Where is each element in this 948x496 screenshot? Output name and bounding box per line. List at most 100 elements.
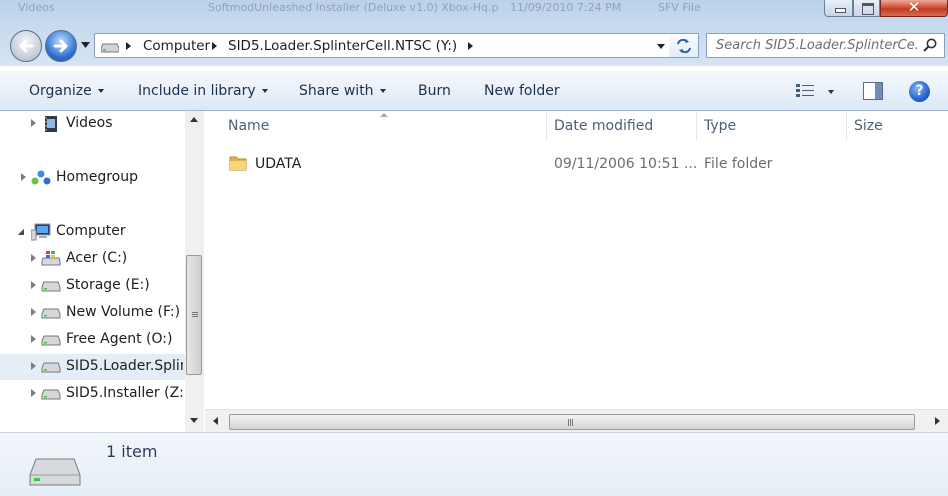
breadcrumb-computer[interactable]: Computer [143,38,210,54]
chevron-down-icon [261,89,268,93]
column-header-date-modified[interactable]: Date modified [547,111,697,141]
nav-item-sid5-installer-drive[interactable]: SID5.Installer (Z:) [0,381,189,407]
scrollbar-thumb[interactable] [229,414,915,430]
include-in-library-label: Include in library [138,83,256,99]
nav-item-acer-drive[interactable]: Acer (C:) [0,246,185,272]
organize-button[interactable]: Organize [29,83,104,99]
new-folder-label: New folder [484,83,560,99]
recent-pages-dropdown-icon[interactable] [81,42,90,48]
address-history-dropdown-icon[interactable] [657,44,665,49]
search-icon[interactable] [923,38,938,53]
ghost-text: 11/09/2010 7:24 PM [510,1,622,14]
burn-button[interactable]: Burn [418,83,451,99]
title-bar: Videos SoftmodUnleashed Installer (Delux… [0,0,948,66]
drive-icon [41,389,61,400]
horizontal-scrollbar[interactable] [205,409,948,433]
homegroup-icon [31,170,51,185]
nav-item-videos[interactable]: Videos [0,111,185,137]
folder-icon [229,156,247,171]
drive-icon [101,43,119,53]
nav-item-new-volume-drive[interactable]: New Volume (F:) [0,300,185,326]
back-button[interactable] [10,30,42,62]
column-header-label: Name [228,118,270,134]
drive-icon [41,362,61,373]
new-folder-button[interactable]: New folder [484,83,560,99]
nav-item-label: Homegroup [56,169,139,185]
details-pane: 1 item [0,432,948,496]
expand-icon[interactable] [31,254,36,262]
grip-icon [568,419,569,426]
breadcrumb-separator-icon[interactable] [468,42,473,50]
column-header-label: Type [704,118,737,134]
scrollbar-thumb[interactable] [186,255,202,375]
nav-item-storage-drive[interactable]: Storage (E:) [0,273,185,299]
computer-icon [31,223,51,241]
close-icon: ✕ [907,0,921,16]
close-button[interactable]: ✕ [880,0,948,17]
expand-icon[interactable] [31,389,36,397]
column-header-name[interactable]: Name [205,111,547,141]
grip-icon [192,312,198,313]
share-with-button[interactable]: Share with [299,83,386,99]
navigation-pane: Videos Homegroup Computer Acer (C:) Stor… [0,111,204,432]
share-with-label: Share with [299,83,374,99]
burn-label: Burn [418,83,451,99]
scroll-left-icon[interactable] [213,417,218,425]
breadcrumb-separator-icon[interactable] [126,42,131,50]
help-icon[interactable]: ? [909,81,930,102]
breadcrumb-separator-icon[interactable] [212,42,217,50]
forward-button[interactable] [45,30,77,62]
drive-icon [41,281,61,292]
view-options-dropdown-icon[interactable] [828,90,834,94]
command-bar: Organize Include in library Share with B… [0,70,948,111]
expand-icon[interactable] [31,281,36,289]
organize-label: Organize [29,83,92,99]
nav-item-label: Videos [66,115,113,131]
search-box[interactable] [706,33,945,58]
scroll-right-icon[interactable] [935,417,940,425]
expand-icon[interactable] [31,335,36,343]
chevron-down-icon [379,89,386,93]
refresh-button[interactable] [669,33,699,58]
nav-item-label: Storage (E:) [66,277,150,293]
nav-item-label: Free Agent (O:) [66,331,173,347]
scroll-up-icon[interactable] [190,117,198,122]
navigation-pane-scrollbar[interactable] [185,111,204,432]
file-list: Name Date modified Type Size UDATA 09/11… [205,111,948,432]
column-header-size[interactable]: Size [847,111,948,141]
expand-icon[interactable] [31,362,36,370]
nav-item-computer[interactable]: Computer [0,219,185,245]
file-name: UDATA [255,156,302,172]
expand-icon[interactable] [31,308,36,316]
drive-icon [29,458,81,486]
scroll-down-icon[interactable] [190,418,198,423]
nav-item-label: SID5.Installer (Z:) [66,385,190,401]
nav-item-homegroup[interactable]: Homegroup [0,165,185,191]
expand-icon[interactable] [21,173,26,181]
ghost-text: SFV File [658,1,701,14]
nav-item-label: Computer [56,223,126,239]
expand-icon[interactable] [31,119,36,127]
background-window-ghost: Videos SoftmodUnleashed Installer (Delux… [0,0,948,18]
video-library-icon [45,116,57,132]
change-view-icon[interactable] [796,84,816,98]
preview-pane-icon[interactable] [863,82,883,100]
maximize-button[interactable] [853,0,880,17]
address-bar[interactable]: Computer SID5.Loader.SplinterCell.NTSC (… [94,33,698,58]
column-header-label: Date modified [554,118,654,134]
collapse-icon[interactable] [18,229,24,235]
nav-item-free-agent-drive[interactable]: Free Agent (O:) [0,327,185,353]
column-header-type[interactable]: Type [697,111,847,141]
breadcrumb-current-drive[interactable]: SID5.Loader.SplinterCell.NTSC (Y:) [228,38,457,54]
ghost-text: Videos [18,1,55,14]
drive-icon [41,335,61,346]
include-in-library-button[interactable]: Include in library [138,83,268,99]
nav-item-label: Acer (C:) [66,250,128,266]
minimize-button[interactable] [824,0,853,17]
chevron-down-icon [97,89,104,93]
nav-item-sid5-loader-drive[interactable]: SID5.Loader.Splin [0,354,185,380]
search-input[interactable] [707,34,917,57]
file-date-modified: 09/11/2006 10:51 ... [554,156,698,172]
table-row[interactable]: UDATA 09/11/2006 10:51 ... File folder [223,151,933,177]
item-count: 1 item [106,442,158,461]
